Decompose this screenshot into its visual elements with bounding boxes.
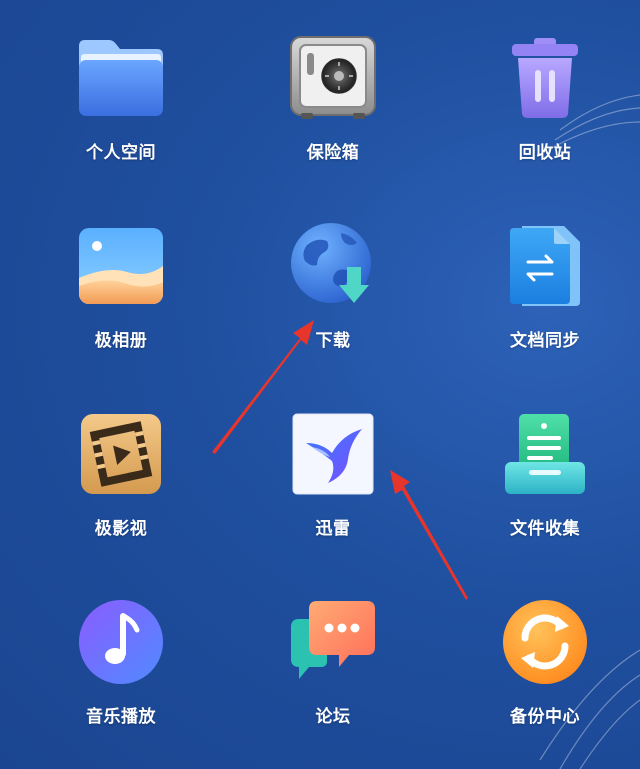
app-label: 保险箱 <box>306 143 360 163</box>
music-note-icon <box>73 594 169 690</box>
backup-sync-icon <box>497 594 593 690</box>
app-photo-album[interactable]: 极相册 <box>41 218 201 368</box>
app-recycle-bin[interactable]: 回收站 <box>465 30 625 180</box>
app-label: 文档同步 <box>510 331 580 351</box>
app-music-player[interactable]: 音乐播放 <box>41 594 201 744</box>
app-personal-space[interactable]: 个人空间 <box>41 30 201 180</box>
app-label: 音乐播放 <box>86 707 156 727</box>
app-download[interactable]: 下载 <box>253 218 413 368</box>
app-label: 迅雷 <box>315 519 351 539</box>
app-document-sync[interactable]: 文档同步 <box>465 218 625 368</box>
document-sync-icon <box>497 218 593 314</box>
app-backup-center[interactable]: 备份中心 <box>465 594 625 744</box>
safe-icon <box>285 30 381 126</box>
app-safe-box[interactable]: 保险箱 <box>253 30 413 180</box>
forum-chat-icon <box>285 594 381 690</box>
app-label: 回收站 <box>518 143 572 163</box>
app-grid: 个人空间 保险箱 回收站 极相册 下载 文档同步 极影视 迅雷 文件收集 音乐播… <box>0 0 640 769</box>
app-file-collect[interactable]: 文件收集 <box>465 406 625 556</box>
folder-icon <box>73 30 169 126</box>
photo-album-icon <box>73 218 169 314</box>
xunlei-bird-icon <box>285 406 381 502</box>
download-globe-icon <box>285 218 381 314</box>
app-label: 下载 <box>315 331 351 351</box>
app-forum[interactable]: 论坛 <box>253 594 413 744</box>
file-collect-icon <box>497 406 593 502</box>
video-icon <box>73 406 169 502</box>
app-label: 个人空间 <box>86 143 156 163</box>
app-video[interactable]: 极影视 <box>41 406 201 556</box>
app-label: 极相册 <box>94 331 148 351</box>
app-label: 备份中心 <box>510 707 580 727</box>
app-label: 文件收集 <box>510 519 580 539</box>
trash-icon <box>497 30 593 126</box>
app-label: 极影视 <box>94 519 148 539</box>
app-xunlei[interactable]: 迅雷 <box>253 406 413 556</box>
app-label: 论坛 <box>315 707 351 727</box>
